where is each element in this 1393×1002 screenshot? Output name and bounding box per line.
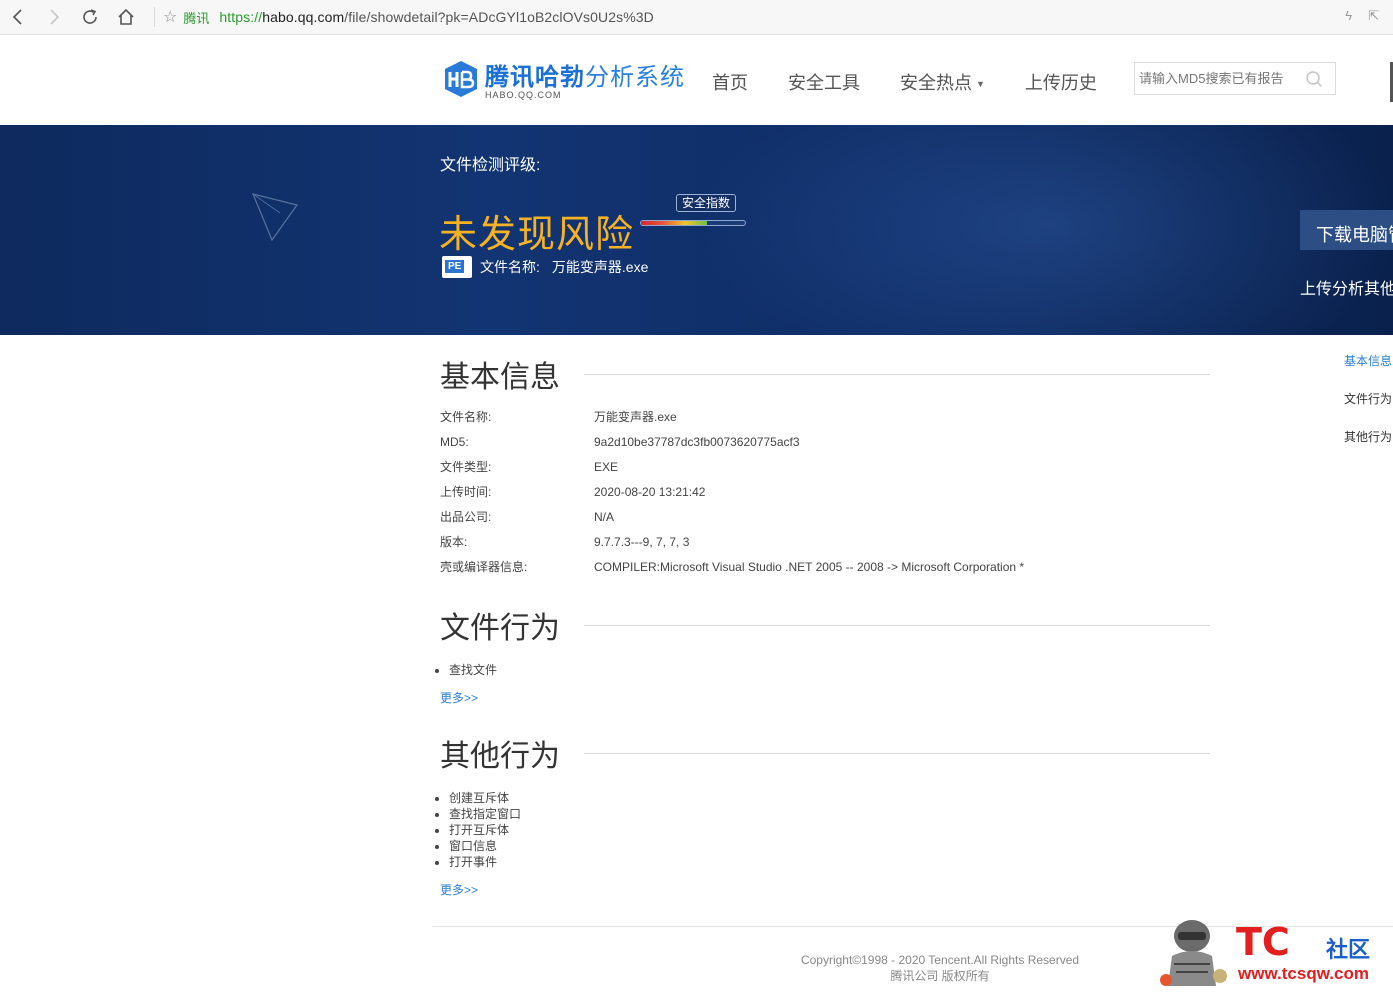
nav-security-hotspots[interactable]: 安全热点 ▼ [900, 69, 985, 95]
side-nav-other-behavior[interactable]: 其他行为 [1344, 428, 1392, 466]
file-name-value: 万能变声器.exe [551, 259, 649, 275]
info-key: 文件类型: [440, 460, 492, 474]
info-row: 壳或编译器信息: COMPILER:Microsoft Visual Studio… [440, 554, 1024, 579]
file-behavior-header: 文件行为 [440, 603, 1210, 647]
logo-title-suffix: 分析系统 [585, 64, 685, 91]
side-nav-file-behavior[interactable]: 文件行为 [1344, 390, 1392, 428]
basic-info-header: 基本信息 [440, 352, 1210, 396]
other-behavior-list: 创建互斥体 查找指定窗口 打开互斥体 窗口信息 打开事件 [449, 790, 521, 870]
section-divider [584, 374, 1210, 375]
safety-index-fill [641, 221, 707, 225]
watermark-community: 社区 [1326, 937, 1371, 962]
info-key: 版本: [440, 535, 468, 549]
footer-rights: 腾讯公司 版权所有 [890, 969, 990, 983]
result-banner: 文件检测评级: 未发现风险 安全指数 PE 文件名称: 万能变声器.exe 下载… [0, 125, 1393, 335]
home-icon[interactable] [108, 0, 144, 35]
list-item: 打开互斥体 [449, 822, 521, 838]
info-value: EXE [594, 459, 619, 474]
reload-icon[interactable] [72, 0, 108, 35]
info-row: 文件类型: EXE [440, 454, 1024, 479]
address-bar[interactable]: https://habo.qq.com/file/showdetail?pk=A… [219, 9, 654, 25]
md5-search-input[interactable] [1139, 71, 1299, 86]
pe-file-icon: PE [442, 256, 472, 278]
url-protocol: https:// [219, 9, 263, 25]
upload-other-link[interactable]: 上传分析其他 [1300, 275, 1393, 299]
list-item: 查找文件 [449, 662, 497, 678]
url-path: /file/showdetail?pk=ADcGYl1oB2clOVs0U2s%… [344, 9, 654, 25]
info-key: 壳或编译器信息: [440, 560, 528, 574]
file-behavior-more-link[interactable]: 更多>> [440, 689, 478, 706]
url-host: habo.qq.com [262, 9, 345, 25]
side-nav-basic-info[interactable]: 基本信息 [1344, 352, 1392, 390]
main-nav: 首页 安全工具 安全热点 ▼ 上传历史 [712, 69, 1097, 95]
detection-rating-label: 文件检测评级: [440, 157, 541, 174]
file-behavior-list: 查找文件 [449, 662, 497, 678]
basic-info-table: 文件名称: 万能变声器.exe MD5: 9a2d10be37787dc3fb007… [440, 404, 1024, 579]
safety-index-bar [640, 220, 746, 226]
lightning-icon[interactable]: ϟ [1345, 8, 1352, 24]
md5-search-box [1134, 62, 1336, 95]
search-icon[interactable] [1305, 70, 1323, 88]
info-key: 上传时间: [440, 485, 492, 499]
footer-copyright: Copyright©1998 - 2020 Tencent.All Rights… [800, 953, 1080, 967]
tc-community-watermark: TC 社区 www.tcsqw.com [1150, 906, 1390, 996]
side-anchor-nav: 基本信息 文件行为 其他行为 [1344, 352, 1392, 466]
info-value: 9.7.7.3---9, 7, 7, 3 [594, 534, 690, 549]
banner-glow [700, 125, 1393, 335]
section-divider [584, 625, 1210, 626]
file-name-label: 文件名称: [480, 259, 540, 275]
other-behavior-more-link[interactable]: 更多>> [440, 881, 478, 898]
info-key: 出品公司: [440, 510, 492, 524]
nav-security-tools[interactable]: 安全工具 [788, 69, 860, 95]
info-key: MD5: [440, 434, 469, 449]
list-item: 窗口信息 [449, 838, 521, 854]
site-header: 腾讯哈勃分析系统 HABO.QQ.COM 首页 安全工具 安全热点 ▼ 上传历史 [0, 35, 1393, 125]
info-value: COMPILER:Microsoft Visual Studio .NET 20… [594, 559, 1025, 574]
info-row: MD5: 9a2d10be37787dc3fb0073620775acf3 [440, 429, 1024, 454]
bookmark-star-icon[interactable]: ☆ [163, 7, 177, 27]
verdict-text: 未发现风险 [439, 214, 635, 256]
section-divider [584, 753, 1210, 754]
list-item: 打开事件 [449, 854, 521, 870]
info-row: 出品公司: N/A [440, 504, 1024, 529]
back-icon[interactable] [0, 0, 36, 35]
file-behavior-title: 文件行为 [440, 612, 560, 645]
habo-logo[interactable]: 腾讯哈勃分析系统 HABO.QQ.COM [441, 57, 685, 100]
info-value: 9a2d10be37787dc3fb0073620775acf3 [594, 434, 800, 449]
download-pc-manager-button[interactable]: 下载电脑管 [1300, 210, 1393, 250]
decorative-triangle-icon [251, 193, 299, 242]
list-item: 查找指定窗口 [449, 806, 521, 822]
forward-icon[interactable] [36, 0, 72, 35]
footer: Copyright©1998 - 2020 Tencent.All Rights… [740, 952, 1140, 984]
share-icon[interactable]: ⇱ [1368, 8, 1379, 24]
watermark-url: www.tcsqw.com [1238, 964, 1369, 983]
info-row: 文件名称: 万能变声器.exe [440, 404, 1024, 429]
caret-down-icon: ▼ [976, 79, 985, 90]
site-identity-tag: 腾讯 [183, 10, 210, 26]
logo-title: 腾讯哈勃 [485, 64, 585, 91]
safety-index-label: 安全指数 [676, 194, 737, 212]
info-value: 2020-08-20 13:21:42 [594, 484, 706, 499]
other-behavior-title: 其他行为 [440, 740, 560, 773]
browser-toolbar: ☆ 腾讯 https://habo.qq.com/file/showdetail… [0, 0, 1393, 35]
basic-info-title: 基本信息 [440, 361, 560, 394]
other-behavior-header: 其他行为 [440, 731, 1210, 775]
info-value: N/A [594, 509, 615, 524]
nav-home[interactable]: 首页 [712, 69, 748, 95]
banner-file-name: PE 文件名称: 万能变声器.exe [442, 256, 648, 278]
nav-upload-history[interactable]: 上传历史 [1025, 69, 1097, 95]
info-key: 文件名称: [440, 410, 492, 424]
info-value: 万能变声器.exe [594, 410, 677, 424]
habo-logo-icon [445, 60, 477, 97]
nav-security-hotspots-label: 安全热点 [900, 73, 972, 93]
list-item: 创建互斥体 [449, 790, 521, 806]
info-row: 版本: 9.7.7.3---9, 7, 7, 3 [440, 529, 1024, 554]
toolbar-divider [154, 7, 155, 27]
watermark-tc: TC [1236, 920, 1290, 964]
info-row: 上传时间: 2020-08-20 13:21:42 [440, 479, 1024, 504]
mascot-icon [1160, 920, 1227, 986]
